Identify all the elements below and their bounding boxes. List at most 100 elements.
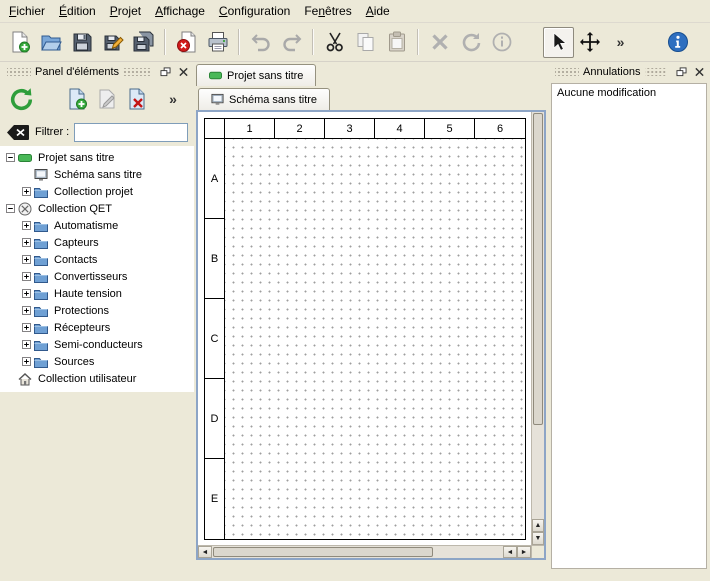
edit-element-button[interactable]: [92, 83, 122, 115]
diagram-canvas[interactable]: 123456 ABCDE: [198, 112, 531, 545]
grid-area[interactable]: [225, 139, 525, 539]
vertical-scrollbar-thumb[interactable]: [533, 113, 543, 425]
cut-button[interactable]: [319, 27, 350, 58]
clear-filter-button[interactable]: [6, 124, 30, 141]
toolbar-overflow-button[interactable]: »: [605, 27, 636, 58]
vertical-scrollbar-track[interactable]: [532, 426, 544, 519]
select-mode-button[interactable]: [543, 27, 574, 58]
panel-overflow-button[interactable]: »: [158, 83, 188, 115]
print-button[interactable]: [202, 27, 233, 58]
delete-button[interactable]: [424, 27, 455, 58]
menu-affichage[interactable]: Affichage: [148, 1, 212, 21]
expander-minus-icon[interactable]: [2, 153, 18, 162]
redo-button[interactable]: [276, 27, 307, 58]
new-project-button[interactable]: [4, 27, 35, 58]
filter-input[interactable]: [74, 123, 188, 142]
reload-collections-button[interactable]: [6, 83, 36, 115]
expander-minus-icon[interactable]: [2, 204, 18, 213]
menu-projet[interactable]: Projet: [103, 1, 148, 21]
float-panel-button[interactable]: [157, 65, 173, 79]
tree-item-semi-conducteurs[interactable]: Semi-conducteurs: [2, 336, 194, 353]
tree-item-sources[interactable]: Sources: [2, 353, 194, 370]
scroll-left-button-right-end[interactable]: ◄: [503, 546, 517, 558]
tree-item-projet-sans-titre[interactable]: Projet sans titre: [2, 149, 194, 166]
tree-item-automatisme[interactable]: Automatisme: [2, 217, 194, 234]
folder-icon: [34, 270, 52, 284]
close-panel-button[interactable]: [175, 65, 191, 79]
elements-panel-titlebar[interactable]: Panel d'éléments: [3, 64, 191, 80]
folder-icon: [34, 355, 52, 369]
scroll-down-button[interactable]: ▼: [532, 532, 544, 545]
horizontal-scrollbar-thumb[interactable]: [213, 547, 433, 557]
tree-item-collection-qet[interactable]: Collection QET: [2, 200, 194, 217]
close-file-icon: [175, 30, 199, 54]
undo-button[interactable]: [245, 27, 276, 58]
copy-icon: [354, 30, 378, 54]
expander-plus-icon[interactable]: [18, 340, 34, 349]
tab-schema[interactable]: Schéma sans titre: [198, 88, 330, 110]
menu-aide[interactable]: Aide: [359, 1, 397, 21]
tree-item-haute-tension[interactable]: Haute tension: [2, 285, 194, 302]
expander-plus-icon[interactable]: [18, 187, 34, 196]
open-project-button[interactable]: [35, 27, 66, 58]
menu-fenetres[interactable]: Fenêtres: [297, 1, 358, 21]
menu-configuration[interactable]: Configuration: [212, 1, 297, 21]
horizontal-scrollbar[interactable]: ◄ ◄ ►: [198, 545, 531, 558]
scroll-right-button[interactable]: ►: [517, 546, 531, 558]
dock-grip[interactable]: [123, 68, 151, 76]
vertical-scrollbar[interactable]: ▲ ▼: [531, 112, 544, 545]
tree-item-label: Schéma sans titre: [52, 169, 142, 181]
dock-grip[interactable]: [645, 68, 668, 76]
expander-plus-icon[interactable]: [18, 323, 34, 332]
tree-item-protections[interactable]: Protections: [2, 302, 194, 319]
save-all-button[interactable]: [128, 27, 159, 58]
expander-plus-icon[interactable]: [18, 306, 34, 315]
undo-list-item[interactable]: Aucune modification: [555, 86, 703, 100]
menu-fichier[interactable]: Fichier: [2, 1, 52, 21]
row-ruler: ABCDE: [205, 139, 225, 539]
expander-plus-icon[interactable]: [18, 238, 34, 247]
tree-item-label: Collection utilisateur: [36, 373, 136, 385]
menu-edition[interactable]: Édition: [52, 1, 103, 21]
tab-project[interactable]: Projet sans titre: [196, 64, 316, 86]
tree-item-collection-projet[interactable]: Collection projet: [2, 183, 194, 200]
dock-grip[interactable]: [7, 68, 31, 76]
expander-plus-icon[interactable]: [18, 221, 34, 230]
rotate-button[interactable]: [455, 27, 486, 58]
paste-button[interactable]: [381, 27, 412, 58]
horizontal-scrollbar-track[interactable]: [434, 546, 503, 558]
undo-panel-titlebar[interactable]: Annulations: [551, 64, 707, 80]
tree-item-capteurs[interactable]: Capteurs: [2, 234, 194, 251]
save-button[interactable]: [66, 27, 97, 58]
pan-mode-button[interactable]: [574, 27, 605, 58]
expander-plus-icon[interactable]: [18, 272, 34, 281]
close-panel-button[interactable]: [691, 65, 707, 79]
delete-element-button[interactable]: [122, 83, 152, 115]
row-header: C: [205, 299, 224, 379]
new-element-button[interactable]: [62, 83, 92, 115]
tree-item-schema-sans-titre[interactable]: Schéma sans titre: [2, 166, 194, 183]
column-header: 3: [325, 119, 375, 138]
expander-plus-icon[interactable]: [18, 255, 34, 264]
dock-grip[interactable]: [555, 68, 579, 76]
undo-list: Aucune modification: [551, 83, 707, 569]
copy-button[interactable]: [350, 27, 381, 58]
column-header: 4: [375, 119, 425, 138]
tree-item-label: Protections: [52, 305, 109, 317]
conductor-properties-button[interactable]: [486, 27, 517, 58]
scroll-up-button[interactable]: ▲: [532, 519, 544, 532]
float-panel-button[interactable]: [673, 65, 689, 79]
tree-item-convertisseurs[interactable]: Convertisseurs: [2, 268, 194, 285]
save-as-button[interactable]: [97, 27, 128, 58]
diagram-window: 123456 ABCDE ▲ ▼ ◄ ◄ ►: [196, 110, 546, 560]
tree-item-recepteurs[interactable]: Récepteurs: [2, 319, 194, 336]
schema-tabbar: Schéma sans titre: [194, 86, 548, 110]
tree-item-label: Capteurs: [52, 237, 99, 249]
tree-item-collection-utilisateur[interactable]: Collection utilisateur: [2, 370, 194, 387]
expander-plus-icon[interactable]: [18, 289, 34, 298]
close-project-button[interactable]: [171, 27, 202, 58]
scroll-left-button[interactable]: ◄: [198, 546, 212, 558]
about-button[interactable]: [662, 27, 693, 58]
expander-plus-icon[interactable]: [18, 357, 34, 366]
tree-item-contacts[interactable]: Contacts: [2, 251, 194, 268]
